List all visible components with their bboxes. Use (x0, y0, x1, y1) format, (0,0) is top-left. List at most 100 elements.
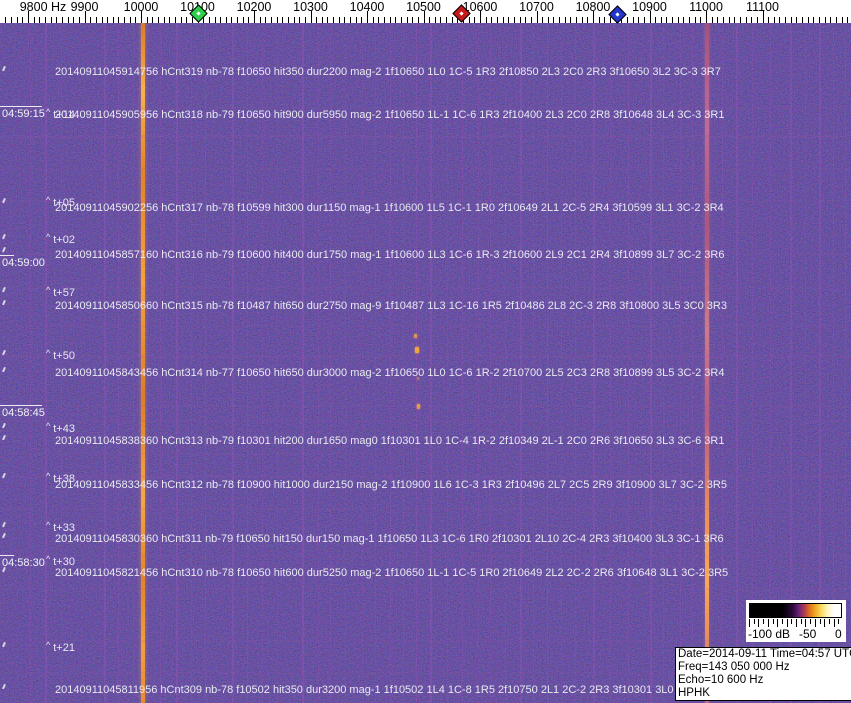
freq-minor-tick (435, 17, 436, 23)
faint-carrier-line (416, 23, 417, 703)
db-gradient-bar (749, 603, 842, 618)
frequency-axis: 9800 Hz990010000101001020010300104001050… (0, 0, 851, 23)
db-label-min: -100 dB (748, 627, 790, 641)
faint-noise-band (0, 107, 851, 109)
faint-carrier-line (628, 23, 629, 703)
freq-minor-tick (796, 17, 797, 23)
freq-minor-tick (350, 17, 351, 23)
freq-minor-tick (203, 17, 204, 23)
freq-minor-tick (282, 17, 283, 23)
faint-carrier-line (390, 23, 391, 703)
faint-carrier-line (133, 23, 134, 703)
freq-minor-tick (700, 17, 701, 23)
freq-minor-tick (147, 17, 148, 23)
freq-minor-tick (847, 17, 848, 23)
info-station: HPHK (678, 687, 849, 700)
freq-minor-tick (565, 17, 566, 23)
db-scale-tick (829, 619, 830, 624)
freq-minor-tick (102, 17, 103, 23)
faint-noise-band (0, 555, 851, 557)
db-color-scale: -100 dB -50 0 (746, 600, 846, 642)
freq-minor-tick (265, 17, 266, 23)
freq-minor-tick (412, 17, 413, 23)
freq-minor-tick (808, 17, 809, 23)
faint-noise-band (0, 508, 851, 510)
faint-carrier-line (490, 23, 491, 703)
freq-minor-tick (695, 17, 696, 23)
db-scale-tick (824, 619, 825, 627)
freq-minor-tick (11, 17, 12, 23)
meteor-echo-blob (417, 404, 420, 409)
freq-axis-label: 10800 (576, 0, 611, 14)
freq-minor-tick (175, 17, 176, 23)
freq-minor-tick (666, 17, 667, 23)
freq-minor-tick (68, 17, 69, 23)
faint-carrier-line (362, 23, 363, 703)
freq-minor-tick (231, 17, 232, 23)
faint-carrier-line (610, 23, 611, 703)
freq-minor-tick (553, 17, 554, 23)
freq-minor-tick (429, 17, 430, 23)
freq-minor-tick (672, 17, 673, 23)
faint-carrier-line (160, 23, 161, 703)
freq-minor-tick (220, 17, 221, 23)
freq-minor-tick (5, 17, 6, 23)
freq-minor-tick (825, 17, 826, 23)
freq-minor-tick (288, 17, 289, 23)
db-scale-tick (796, 619, 797, 627)
freq-minor-tick (401, 17, 402, 23)
freq-minor-tick (842, 17, 843, 23)
freq-minor-tick (491, 17, 492, 23)
faint-carrier-line (375, 23, 376, 703)
freq-minor-tick (474, 17, 475, 23)
faint-carrier-line (61, 23, 62, 703)
faint-carrier-line (403, 23, 404, 703)
freq-minor-tick (734, 17, 735, 23)
freq-axis-label: 10400 (350, 0, 385, 14)
freq-minor-tick (627, 17, 628, 23)
freq-minor-tick (486, 17, 487, 23)
freq-minor-tick (294, 17, 295, 23)
faint-noise-band (0, 453, 851, 455)
faint-carrier-line (345, 23, 346, 703)
freq-minor-tick (813, 17, 814, 23)
freq-minor-tick (73, 17, 74, 23)
blue-freq-marker[interactable] (608, 5, 626, 23)
freq-minor-tick (548, 17, 549, 23)
faint-carrier-line (663, 23, 664, 703)
freq-axis-label: 9800 Hz (20, 0, 67, 14)
faint-carrier-line (575, 23, 576, 703)
freq-minor-tick (655, 17, 656, 23)
freq-minor-tick (599, 17, 600, 23)
freq-minor-tick (135, 17, 136, 23)
faint-carrier-line (104, 23, 106, 703)
freq-axis-label: 9900 (71, 0, 99, 14)
freq-minor-tick (525, 17, 526, 23)
freq-minor-tick (378, 17, 379, 23)
freq-axis-label: 10300 (293, 0, 328, 14)
freq-minor-tick (344, 17, 345, 23)
freq-minor-tick (779, 17, 780, 23)
db-scale-tick (754, 619, 755, 624)
freq-minor-tick (390, 17, 391, 23)
freq-minor-tick (723, 17, 724, 23)
faint-noise-band (0, 287, 851, 289)
freq-minor-tick (186, 17, 187, 23)
freq-axis-label: 10500 (406, 0, 441, 14)
freq-minor-tick (729, 17, 730, 23)
carrier-line-11000hz (705, 23, 709, 703)
faint-noise-band (0, 640, 851, 642)
freq-minor-tick (717, 17, 718, 23)
freq-minor-tick (237, 17, 238, 23)
faint-carrier-line (533, 23, 534, 703)
db-scale-tick (758, 619, 759, 627)
freq-axis-label: 10200 (237, 0, 272, 14)
faint-carrier-line (118, 23, 119, 703)
marker-center-dot (615, 12, 619, 16)
freq-minor-tick (34, 17, 35, 23)
freq-minor-tick (322, 17, 323, 23)
faint-noise-band (0, 253, 851, 255)
freq-minor-tick (440, 17, 441, 23)
freq-minor-tick (39, 17, 40, 23)
freq-minor-tick (361, 17, 362, 23)
